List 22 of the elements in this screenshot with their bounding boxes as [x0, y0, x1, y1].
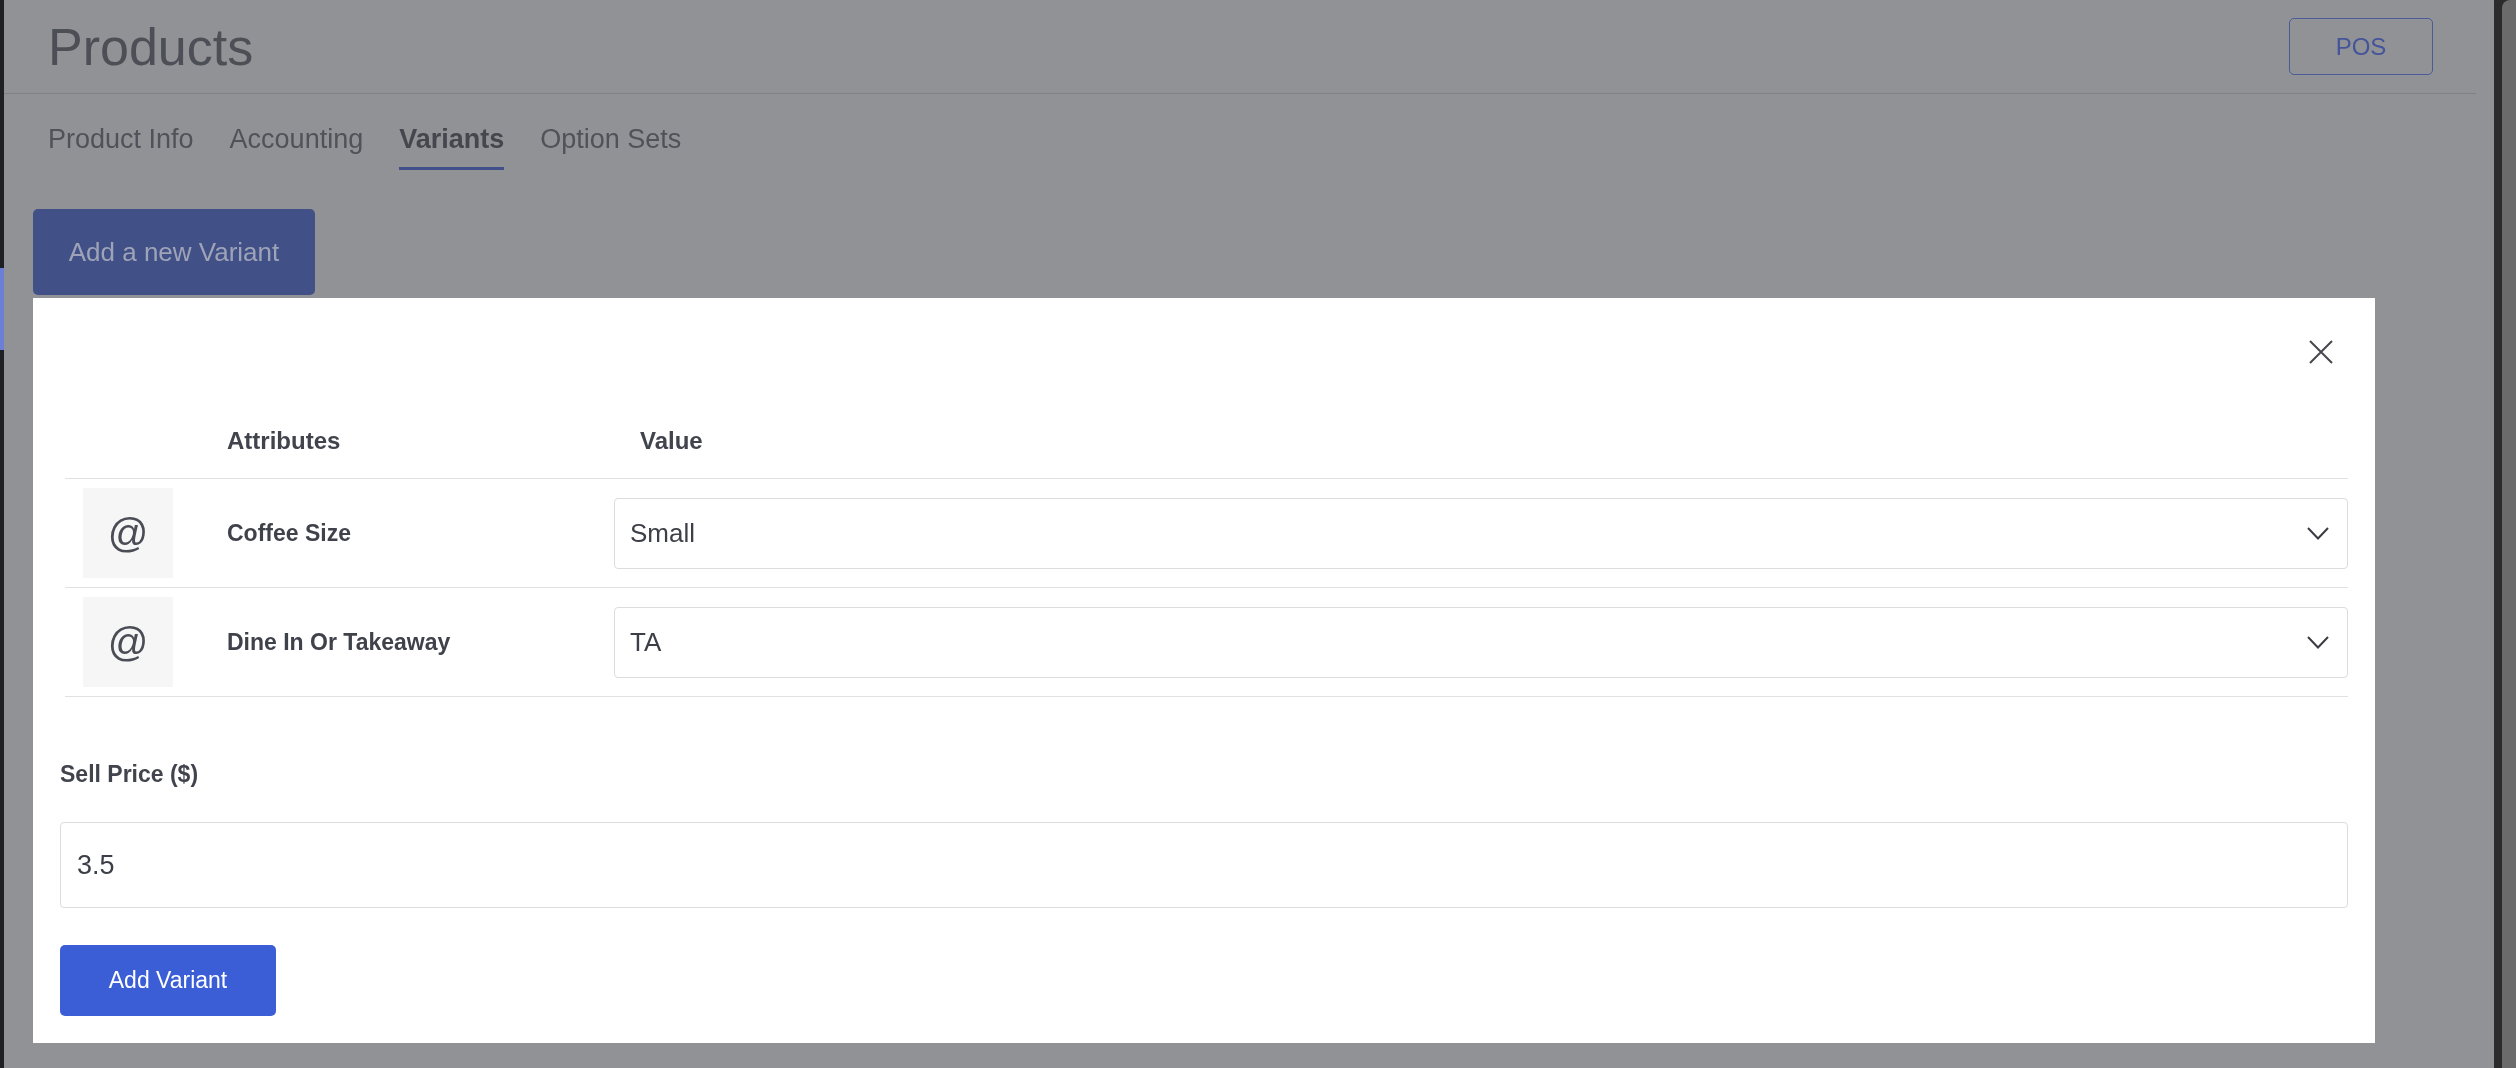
chevron-down-icon — [2307, 526, 2329, 540]
page-title: Products — [48, 16, 254, 77]
pos-button[interactable]: POS — [2289, 18, 2433, 75]
column-header: Attributes — [227, 426, 342, 456]
chevron-down-icon — [2307, 635, 2329, 649]
tab[interactable]: Option Sets — [540, 123, 682, 170]
price-input[interactable]: 3.5 — [60, 822, 2348, 908]
add-variant-button[interactable]: Add a new Variant — [33, 209, 315, 295]
column-header: Value — [639, 426, 704, 456]
add-variant-submit-button[interactable]: Add Variant — [60, 945, 276, 1016]
scrollbar-thumb[interactable] — [2502, 0, 2516, 1068]
close-icon[interactable] — [2309, 340, 2333, 364]
at-sign-icon: @ — [83, 488, 173, 578]
tab[interactable]: Variants — [399, 123, 505, 170]
tab[interactable]: Accounting — [229, 123, 364, 170]
attribute-name: Coffee Size — [227, 519, 352, 547]
tab[interactable]: Product Info — [48, 123, 194, 170]
price-label: Sell Price ($) — [60, 760, 200, 788]
value-dropdown[interactable]: Small — [614, 497, 2348, 569]
value-dropdown[interactable]: TA — [614, 606, 2348, 678]
attribute-name: Dine In Or Takeaway — [227, 628, 452, 656]
at-sign-icon: @ — [83, 597, 173, 687]
